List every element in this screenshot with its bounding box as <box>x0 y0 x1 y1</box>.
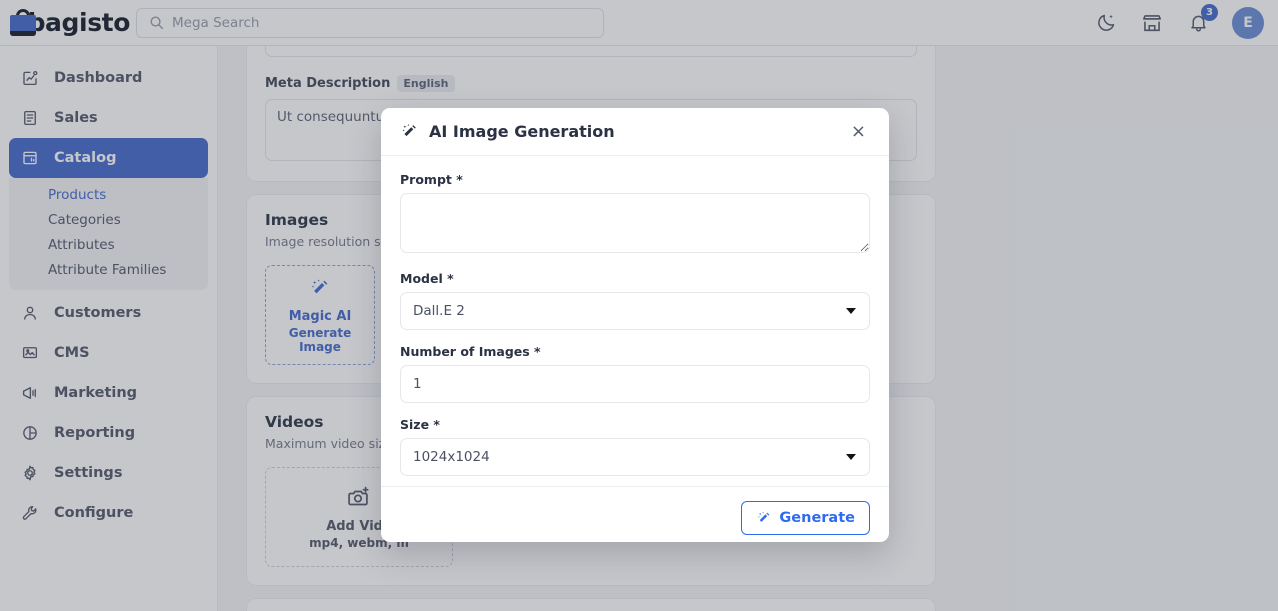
model-field-group: Model * Dall.E 2 <box>400 271 870 330</box>
model-select-value: Dall.E 2 <box>413 303 465 319</box>
size-field-group: Size * 1024x1024 <box>400 417 870 476</box>
number-of-images-value: 1 <box>413 376 422 392</box>
admin-app: bagisto Mega Search 3 E Dashboard Sales … <box>0 0 1278 611</box>
modal-footer: Generate <box>381 486 889 542</box>
generate-button-label: Generate <box>779 509 855 526</box>
prompt-field-group: Prompt * <box>400 172 870 257</box>
number-of-images-input[interactable]: 1 <box>400 365 870 403</box>
size-label: Size * <box>400 417 440 432</box>
ai-image-generation-modal: AI Image Generation × Prompt * Model * D… <box>381 108 889 542</box>
modal-header: AI Image Generation × <box>381 108 889 156</box>
prompt-input[interactable] <box>400 193 870 253</box>
model-label: Model * <box>400 271 454 286</box>
number-of-images-field-group: Number of Images * 1 <box>400 344 870 403</box>
chevron-down-icon <box>846 454 856 460</box>
magic-wand-icon <box>400 122 419 141</box>
modal-body: Prompt * Model * Dall.E 2 Number of Imag… <box>381 156 889 486</box>
model-select[interactable]: Dall.E 2 <box>400 292 870 330</box>
modal-title: AI Image Generation <box>429 122 615 141</box>
close-icon[interactable]: × <box>847 120 870 144</box>
size-select-value: 1024x1024 <box>413 449 490 465</box>
chevron-down-icon <box>846 308 856 314</box>
number-of-images-label: Number of Images * <box>400 344 541 359</box>
generate-button[interactable]: Generate <box>741 500 870 535</box>
prompt-label: Prompt * <box>400 172 463 187</box>
size-select[interactable]: 1024x1024 <box>400 438 870 476</box>
magic-wand-icon <box>756 510 772 526</box>
